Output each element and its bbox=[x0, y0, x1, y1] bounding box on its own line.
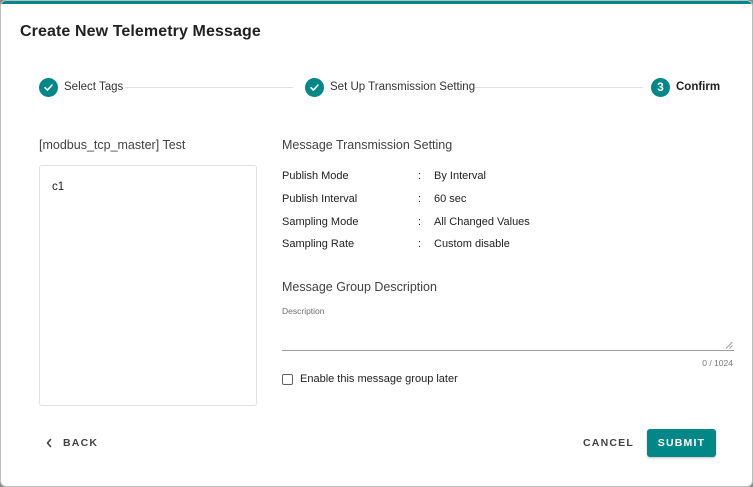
step-confirm[interactable]: 3 Confirm bbox=[651, 77, 720, 97]
transmission-heading: Message Transmission Setting bbox=[282, 138, 453, 152]
check-icon bbox=[305, 77, 324, 97]
enable-later-checkbox-row[interactable]: Enable this message group later bbox=[282, 371, 458, 387]
step-label: Confirm bbox=[676, 81, 721, 93]
step-number: 3 bbox=[651, 77, 670, 97]
step-transmission-setting[interactable]: Set Up Transmission Setting bbox=[305, 77, 475, 97]
description-label: Description bbox=[282, 306, 325, 316]
setting-value: By Interval bbox=[434, 170, 486, 182]
resize-grip-icon[interactable] bbox=[725, 341, 733, 349]
setting-key: Sampling Mode bbox=[282, 216, 359, 228]
tag-list-panel: c1 bbox=[39, 165, 257, 406]
setting-key: Publish Mode bbox=[282, 170, 349, 182]
tag-item: c1 bbox=[52, 181, 65, 193]
group-description-heading: Message Group Description bbox=[282, 280, 437, 294]
description-textarea[interactable] bbox=[282, 319, 734, 351]
setting-separator: : bbox=[418, 170, 422, 182]
setting-value: All Changed Values bbox=[434, 216, 530, 228]
tag-group-heading: [modbus_tcp_master] Test bbox=[39, 138, 186, 152]
stepper: Select Tags Set Up Transmission Setting … bbox=[1, 77, 752, 99]
step-connector bbox=[473, 87, 643, 88]
dialog-accent-bar bbox=[1, 1, 752, 4]
chevron-left-icon bbox=[45, 438, 53, 448]
setting-separator: : bbox=[418, 216, 422, 228]
setting-separator: : bbox=[418, 238, 422, 250]
dialog-title: Create New Telemetry Message bbox=[20, 23, 261, 40]
setting-value: 60 sec bbox=[434, 193, 467, 205]
step-select-tags[interactable]: Select Tags bbox=[39, 77, 123, 97]
check-icon bbox=[39, 77, 58, 97]
enable-later-checkbox[interactable] bbox=[282, 373, 293, 385]
back-button[interactable]: BACK bbox=[45, 433, 98, 453]
setting-key: Sampling Rate bbox=[282, 238, 355, 250]
step-connector bbox=[125, 87, 293, 88]
step-label: Set Up Transmission Setting bbox=[330, 81, 476, 93]
step-label: Select Tags bbox=[64, 81, 124, 93]
cancel-button[interactable]: CANCEL bbox=[583, 433, 634, 453]
back-button-label: BACK bbox=[63, 437, 99, 449]
setting-value: Custom disable bbox=[434, 238, 510, 250]
create-telemetry-message-dialog: Create New Telemetry Message Select Tags… bbox=[0, 0, 753, 487]
setting-separator: : bbox=[418, 193, 422, 205]
enable-later-label: Enable this message group later bbox=[300, 373, 458, 385]
submit-button[interactable]: SUBMIT bbox=[647, 429, 716, 457]
character-counter: 0 / 1024 bbox=[702, 358, 733, 368]
setting-key: Publish Interval bbox=[282, 193, 358, 205]
